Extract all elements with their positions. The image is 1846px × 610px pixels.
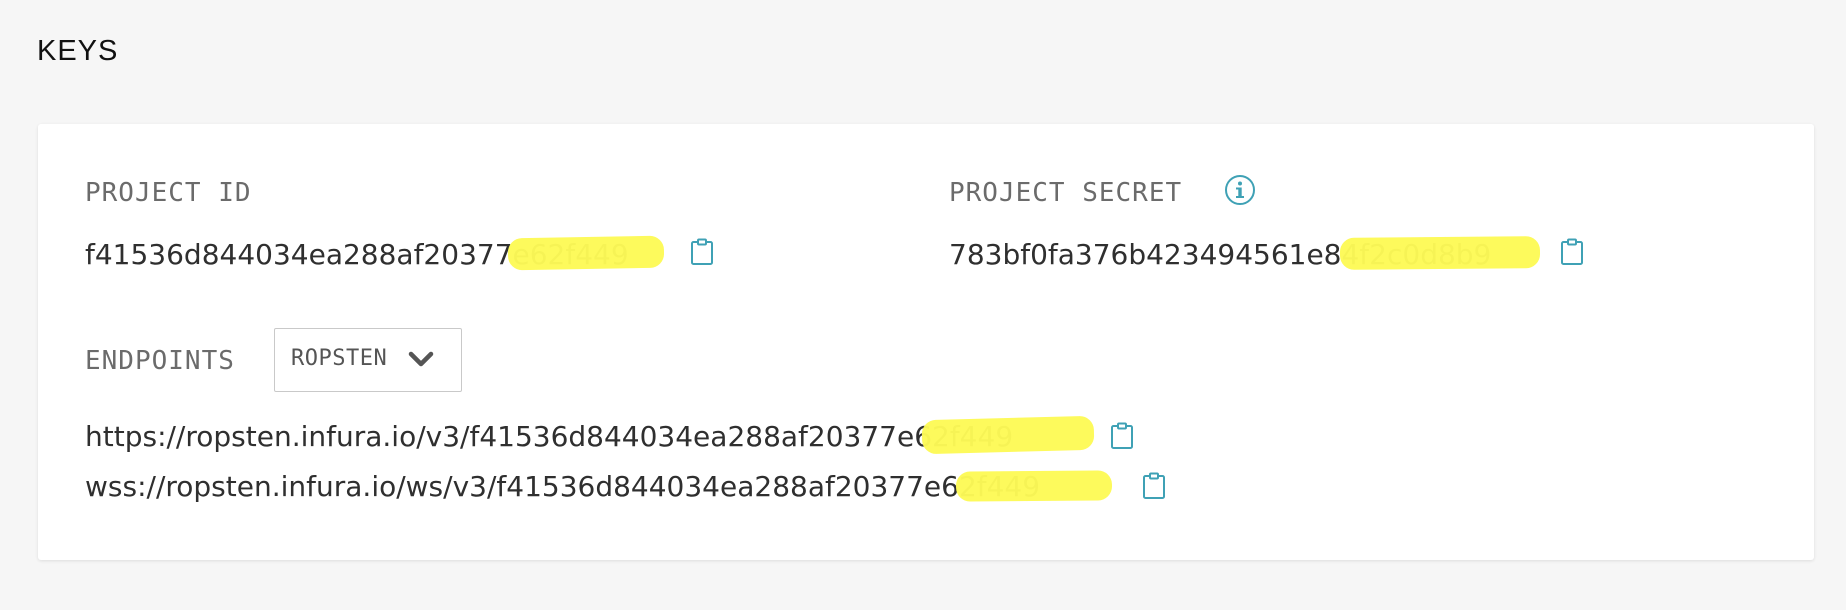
redaction-mark bbox=[1339, 236, 1541, 270]
network-select[interactable]: ROPSTEN bbox=[274, 328, 462, 392]
wss-endpoint-url: wss://ropsten.infura.io/ws/v3/f41536d844… bbox=[85, 470, 1041, 503]
copy-project-secret-button[interactable] bbox=[1560, 238, 1584, 266]
project-secret-info-button[interactable] bbox=[1224, 174, 1256, 206]
page-title: KEYS bbox=[37, 35, 119, 67]
clipboard-icon bbox=[1111, 422, 1133, 449]
clipboard-icon bbox=[691, 238, 713, 265]
redaction-mark bbox=[921, 415, 1095, 455]
https-endpoint-url: https://ropsten.infura.io/v3/f41536d8440… bbox=[85, 420, 1014, 453]
copy-project-id-button[interactable] bbox=[690, 238, 714, 266]
keys-card: PROJECT ID f41536d844034ea288af20377e62f… bbox=[38, 124, 1814, 560]
copy-wss-endpoint-button[interactable] bbox=[1142, 472, 1166, 500]
endpoints-label: ENDPOINTS bbox=[85, 346, 235, 376]
redaction-mark bbox=[507, 235, 665, 271]
chevron-down-icon bbox=[408, 351, 434, 367]
info-circle-icon bbox=[1225, 175, 1255, 205]
project-id-label: PROJECT ID bbox=[85, 178, 252, 208]
copy-https-endpoint-button[interactable] bbox=[1110, 422, 1134, 450]
clipboard-icon bbox=[1561, 238, 1583, 265]
clipboard-icon bbox=[1143, 472, 1165, 499]
network-select-value: ROPSTEN bbox=[291, 346, 388, 371]
redaction-mark bbox=[955, 470, 1113, 502]
project-secret-label: PROJECT SECRET bbox=[949, 178, 1183, 208]
